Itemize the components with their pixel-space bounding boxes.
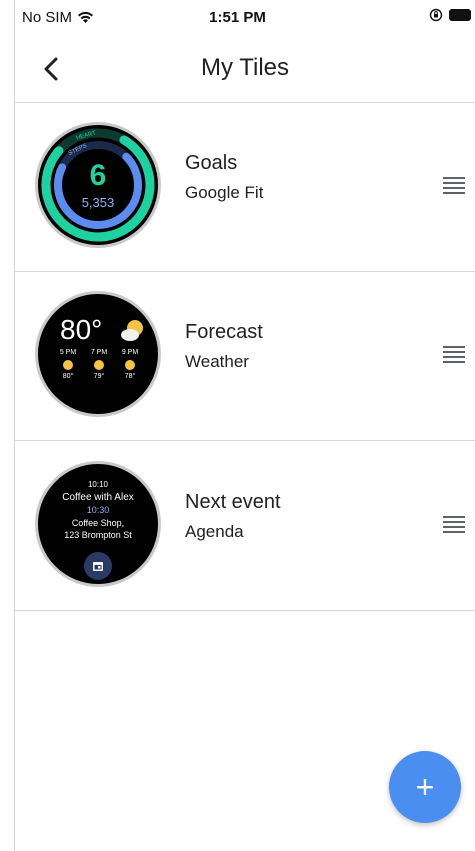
tile-name: Next event <box>185 491 281 513</box>
tile-app: Weather <box>185 352 249 371</box>
agenda-location-1: Coffee Shop, <box>71 518 125 528</box>
weather-hour-time: 5 PM <box>59 349 77 356</box>
agenda-event: Coffee with Alex <box>62 492 134 503</box>
weather-hour-temp: 80° <box>62 373 74 380</box>
tile-preview-goals: 6 5,353 HEART STEPS <box>35 122 161 248</box>
tile-name: Goals <box>185 152 238 174</box>
weather-hour: 7 PM 79° <box>85 349 113 380</box>
weather-hour: 9 PM 78° <box>116 349 144 380</box>
drag-handle-icon[interactable] <box>443 346 465 363</box>
tile-row-forecast[interactable]: 80° 5 PM 80° 7 PM 79° 9 PM 78° Forecast … <box>15 271 475 441</box>
weather-current-temp: 80° <box>60 314 103 345</box>
agenda-event-time: 10:30 <box>86 505 110 515</box>
status-time: 1:51 PM <box>209 9 266 26</box>
weather-hour-temp: 79° <box>93 373 105 380</box>
sun-icon <box>63 360 73 370</box>
agenda-content: 10:10 Coffee with Alex 10:30 Coffee Shop… <box>38 480 158 541</box>
drag-handle-icon[interactable] <box>443 516 465 533</box>
page-title: My Tiles <box>200 54 289 81</box>
add-tile-button[interactable]: + <box>389 751 461 823</box>
nav-bar: My Tiles <box>15 36 475 103</box>
weather-hourly: 5 PM 80° 7 PM 79° 9 PM 78° <box>54 349 144 380</box>
weather-hour-time: 7 PM <box>90 349 108 356</box>
weather-hour-temp: 78° <box>124 373 136 380</box>
sun-cloud-icon <box>121 320 143 341</box>
status-icons <box>429 8 471 22</box>
sun-icon <box>94 360 104 370</box>
tile-preview-agenda: 10:10 Coffee with Alex 10:30 Coffee Shop… <box>35 461 161 587</box>
agenda-time-now: 10:10 <box>87 480 109 489</box>
goals-steps: 5,353 <box>81 195 115 210</box>
battery-icon <box>449 9 471 21</box>
plus-icon: + <box>415 769 435 805</box>
tile-app: Google Fit <box>185 183 264 202</box>
calendar-icon <box>84 552 112 580</box>
tile-row-next-event[interactable]: 10:10 Coffee with Alex 10:30 Coffee Shop… <box>15 441 475 611</box>
drag-handle-icon[interactable] <box>443 177 465 194</box>
weather-hour-time: 9 PM <box>121 349 139 356</box>
weather-hour: 5 PM 80° <box>54 349 82 380</box>
status-bar: No SIM 1:51 PM <box>0 0 475 36</box>
tile-app: Agenda <box>185 522 244 541</box>
orientation-lock-icon <box>429 8 443 22</box>
tile-row-goals[interactable]: 6 5,353 HEART STEPS Goals Google Fit <box>15 102 475 272</box>
tile-name: Forecast <box>185 321 263 343</box>
sun-icon <box>125 360 135 370</box>
tile-preview-forecast: 80° 5 PM 80° 7 PM 79° 9 PM 78° <box>35 291 161 417</box>
agenda-location-2: 123 Brompton St <box>64 530 132 540</box>
goals-value: 6 <box>89 159 107 192</box>
